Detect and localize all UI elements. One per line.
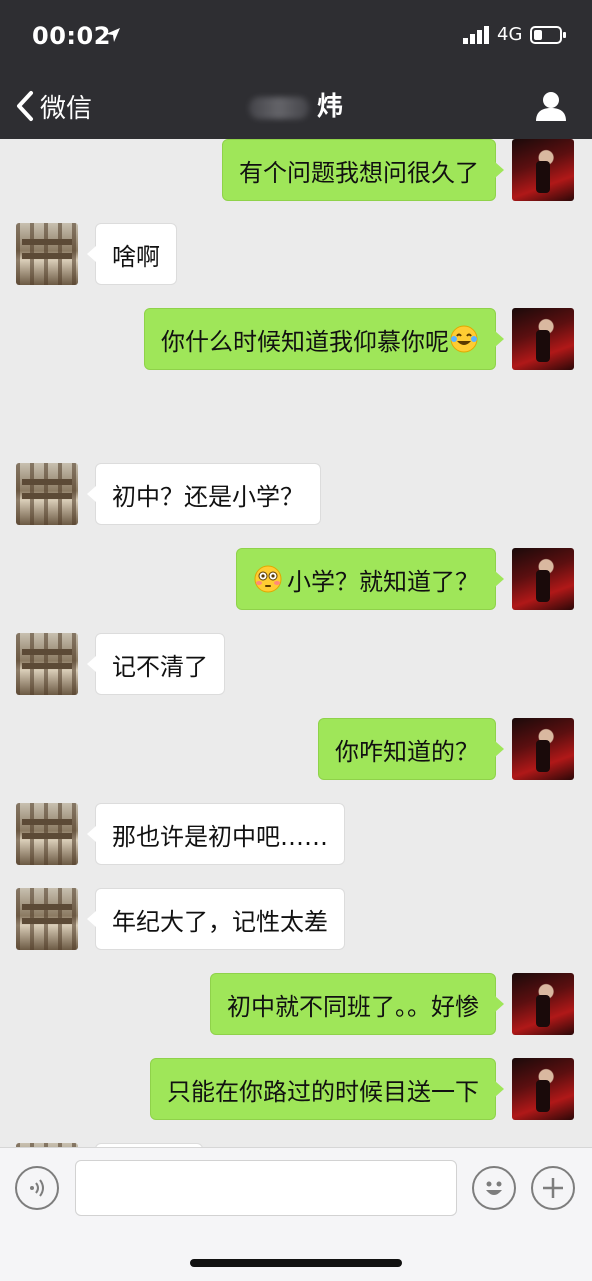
my-avatar[interactable] [512, 548, 574, 610]
status-bar: 00:02 4G [0, 0, 592, 72]
message-row: 年纪大了，记性太差 [0, 888, 592, 950]
message-text: 你咋知道的？ [335, 737, 479, 766]
contact-message-bubble[interactable]: 那也许是初中吧…… [87, 803, 345, 865]
my-avatar[interactable] [512, 308, 574, 370]
plus-icon [543, 1178, 563, 1198]
message-text: 啥啊 [112, 242, 160, 271]
my-message-bubble[interactable]: 你咋知道的？ [318, 718, 504, 780]
smiley-face-icon [486, 1181, 502, 1195]
my-message-bubble[interactable]: 你什么时候知道我仰慕你呢 [144, 308, 504, 370]
message-input[interactable] [75, 1160, 457, 1216]
message-text: 记不清了 [112, 652, 208, 681]
message-row: 记不清了 [0, 633, 592, 695]
network-type: 4G [497, 24, 523, 45]
my-avatar[interactable] [512, 1058, 574, 1120]
message-row: 初中？还是小学？ [0, 463, 592, 525]
voice-wave-icon [30, 1179, 44, 1197]
message-text: 小学？就知道了？ [287, 567, 479, 596]
my-avatar[interactable] [512, 139, 574, 201]
message-row: 有个问题我想问很久了 [0, 139, 592, 201]
contact-avatar[interactable] [16, 463, 78, 525]
message-row: 初中就不同班了。。好惨 [0, 973, 592, 1035]
message-text: 你什么时候知道我仰慕你呢 [161, 327, 449, 356]
message-row: 你什么时候知道我仰慕你呢 [0, 308, 592, 370]
battery-icon [530, 26, 566, 44]
message-row: 只能在你路过的时候目送一下 [0, 1058, 592, 1120]
my-avatar[interactable] [512, 718, 574, 780]
chat-title-text: 炜 [316, 92, 343, 122]
my-message-bubble[interactable]: 只能在你路过的时候目送一下 [150, 1058, 504, 1120]
status-time: 00:02 [32, 22, 111, 50]
contact-profile-icon[interactable] [534, 90, 568, 122]
flushed-emoji-icon [254, 565, 282, 593]
chat-area[interactable]: 有个问题我想问很久了 啥啊 你什么时候知道我仰慕你呢 初中？还是小学？ 小学？就… [0, 139, 592, 1147]
redacted-name [248, 96, 309, 119]
message-row: 那也许是初中吧…… [0, 803, 592, 865]
my-message-bubble[interactable]: 有个问题我想问很久了 [222, 139, 504, 201]
message-text: 有个问题我想问很久了 [239, 158, 479, 187]
contact-message-bubble[interactable]: 啥啊 [87, 223, 177, 285]
contact-message-bubble[interactable]: 年纪大了，记性太差 [87, 888, 345, 950]
emoji-button[interactable] [472, 1166, 516, 1210]
my-message-bubble[interactable]: 小学？就知道了？ [236, 548, 504, 610]
chat-title: 炜 [0, 86, 592, 123]
contact-avatar[interactable] [16, 633, 78, 695]
laughing-tears-emoji-icon [450, 325, 478, 353]
message-row: 小学？就知道了？ [0, 548, 592, 610]
nav-bar: 微信 炜 [0, 72, 592, 139]
message-row: 你咋知道的？ [0, 718, 592, 780]
message-text: 只能在你路过的时候目送一下 [167, 1077, 479, 1106]
contact-avatar[interactable] [16, 803, 78, 865]
top-bar: 00:02 4G 微信 炜 [0, 0, 592, 139]
contact-message-bubble[interactable]: 初中？还是小学？ [87, 463, 321, 525]
my-message-bubble[interactable]: 初中就不同班了。。好惨 [210, 973, 504, 1035]
message-row: 啥啊 [0, 223, 592, 285]
my-avatar[interactable] [512, 973, 574, 1035]
location-arrow-icon [106, 28, 120, 42]
voice-button[interactable] [15, 1166, 59, 1210]
contact-message-bubble[interactable]: 记不清了 [87, 633, 225, 695]
contact-avatar[interactable] [16, 888, 78, 950]
cellular-signal-icon [463, 26, 489, 44]
message-text: 年纪大了，记性太差 [112, 907, 328, 936]
message-text: 初中就不同班了。。好惨 [227, 992, 479, 1021]
message-text: 那也许是初中吧…… [112, 822, 328, 851]
message-text: 初中？还是小学？ [112, 482, 304, 511]
more-button[interactable] [531, 1166, 575, 1210]
home-indicator [190, 1259, 402, 1267]
contact-avatar[interactable] [16, 223, 78, 285]
